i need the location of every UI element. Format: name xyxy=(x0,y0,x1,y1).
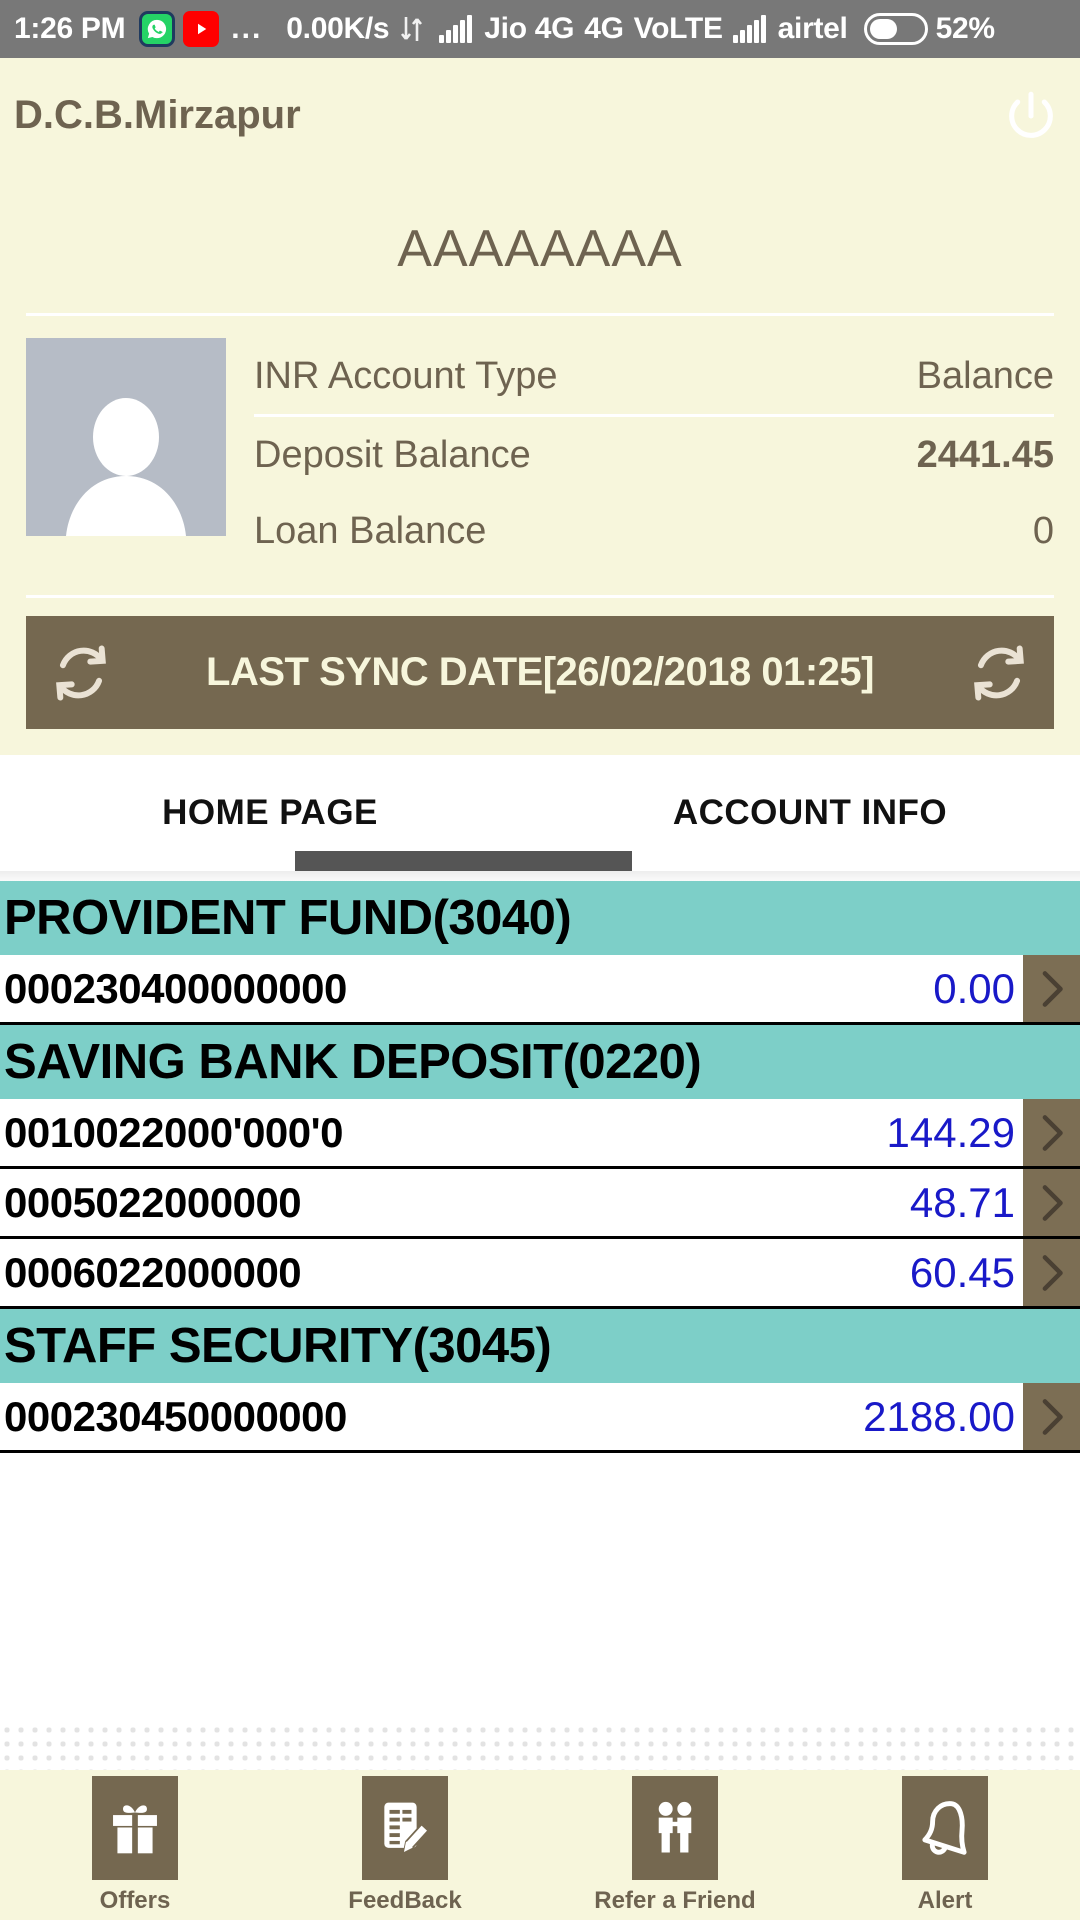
status-bar: 1:26 PM ... 0.00K/s Jio 4G 4G VoLTE airt… xyxy=(0,0,1080,58)
nav-label-refer-a-friend: Refer a Friend xyxy=(594,1886,756,1914)
loan-balance-label: Loan Balance xyxy=(254,509,487,552)
account-number: 000230450000000 xyxy=(4,1392,347,1440)
group-header-provident-fund: PROVIDENT FUND(3040) xyxy=(0,881,1080,955)
bell-icon xyxy=(902,1775,988,1880)
account-balance: 48.71 xyxy=(909,1178,1015,1226)
gift-icon xyxy=(92,1775,178,1880)
table-row[interactable]: 0006022000000 60.45 xyxy=(0,1239,1080,1309)
power-icon[interactable] xyxy=(996,81,1066,151)
account-number: 0005022000000 xyxy=(4,1178,302,1226)
last-sync-bar[interactable]: LAST SYNC DATE[26/02/2018 01:25] xyxy=(26,616,1054,729)
nav-item-refer-a-friend[interactable]: Refer a Friend xyxy=(540,1775,810,1915)
table-row[interactable]: 0005022000000 48.71 xyxy=(0,1169,1080,1239)
list-empty-space xyxy=(0,1453,1080,1723)
account-number: 0006022000000 xyxy=(4,1248,302,1296)
nav-label-alert: Alert xyxy=(917,1886,973,1914)
balance-panel: INR Account Type Balance Deposit Balance… xyxy=(0,316,1080,569)
data-speed-label: 0.00K/s xyxy=(286,12,390,45)
status-overflow-dots: ... xyxy=(231,12,263,45)
table-row[interactable]: 0010022000'000'0 144.29 xyxy=(0,1099,1080,1169)
account-balance: 144.29 xyxy=(886,1108,1015,1156)
balance-header-row: INR Account Type Balance xyxy=(254,338,1054,414)
table-row[interactable]: 000230450000000 2188.00 xyxy=(0,1383,1080,1453)
chevron-right-icon[interactable] xyxy=(1023,955,1080,1022)
nav-label-feedback: FeedBack xyxy=(348,1886,462,1914)
account-balance: 60.45 xyxy=(909,1248,1015,1296)
data-transfer-icon xyxy=(399,13,425,45)
tab-shadow xyxy=(0,871,1080,881)
nav-item-offers[interactable]: Offers xyxy=(0,1775,270,1915)
user-avatar-icon xyxy=(26,338,226,536)
battery-icon xyxy=(863,13,928,45)
sim1-signal-icon xyxy=(439,15,474,43)
tab-bar: HOME PAGE ACCOUNT INFO xyxy=(0,755,1080,871)
sim2-signal-icon xyxy=(732,15,768,43)
account-number: 0010022000'000'0 xyxy=(4,1108,343,1156)
bottom-navigation-bar: Offers FeedBack Refer a Friend Alert xyxy=(0,1770,1080,1920)
balance-table: INR Account Type Balance Deposit Balance… xyxy=(254,338,1054,569)
app-title: D.C.B.Mirzapur xyxy=(14,93,301,137)
account-balance: 2188.00 xyxy=(863,1392,1015,1440)
balance-header-value: Balance xyxy=(916,354,1054,397)
chevron-right-icon[interactable] xyxy=(1023,1099,1080,1166)
customer-name: AAAAAAAA xyxy=(397,220,683,278)
app-screen: 1:26 PM ... 0.00K/s Jio 4G 4G VoLTE airt… xyxy=(0,0,1080,1920)
chevron-right-icon[interactable] xyxy=(1023,1169,1080,1236)
loan-balance-row: Loan Balance 0 xyxy=(254,493,1054,569)
sim1-carrier-label: Jio 4G xyxy=(484,12,575,45)
app-header: D.C.B.Mirzapur xyxy=(0,58,1080,173)
volte-label: VoLTE xyxy=(633,12,723,45)
status-time: 1:26 PM xyxy=(14,12,126,45)
nav-label-offers: Offers xyxy=(99,1886,171,1914)
form-pencil-icon xyxy=(362,1775,448,1880)
loan-balance-value: 0 xyxy=(1032,509,1054,552)
deposit-balance-label: Deposit Balance xyxy=(254,433,531,476)
refresh-icon-right[interactable] xyxy=(968,642,1030,704)
account-balance: 0.00 xyxy=(933,964,1015,1012)
sim2-carrier-label: airtel xyxy=(777,12,848,45)
network-type-label: 4G xyxy=(584,12,624,45)
table-row[interactable]: 000230400000000 0.00 xyxy=(0,955,1080,1025)
chevron-right-icon[interactable] xyxy=(1023,1239,1080,1306)
nav-item-alert[interactable]: Alert xyxy=(810,1775,1080,1915)
whatsapp-icon xyxy=(139,11,176,47)
battery-percent-label: 52% xyxy=(935,12,995,45)
nav-item-feedback[interactable]: FeedBack xyxy=(270,1775,540,1915)
refresh-icon-left[interactable] xyxy=(50,642,112,704)
account-list: PROVIDENT FUND(3040) 000230400000000 0.0… xyxy=(0,881,1080,1779)
group-header-staff-security: STAFF SECURITY(3045) xyxy=(0,1309,1080,1383)
tab-active-indicator xyxy=(294,851,632,871)
account-number: 000230400000000 xyxy=(4,964,347,1012)
deposit-balance-value: 2441.45 xyxy=(916,433,1054,476)
balance-header-label: INR Account Type xyxy=(254,354,558,397)
group-header-saving-bank-deposit: SAVING BANK DEPOSIT(0220) xyxy=(0,1025,1080,1099)
last-sync-label: LAST SYNC DATE[26/02/2018 01:25] xyxy=(206,650,874,694)
deposit-balance-row: Deposit Balance 2441.45 xyxy=(254,417,1054,493)
divider-bottom xyxy=(26,595,1054,598)
youtube-icon xyxy=(183,11,220,47)
two-people-icon xyxy=(632,1775,718,1880)
chevron-right-icon[interactable] xyxy=(1023,1383,1080,1450)
